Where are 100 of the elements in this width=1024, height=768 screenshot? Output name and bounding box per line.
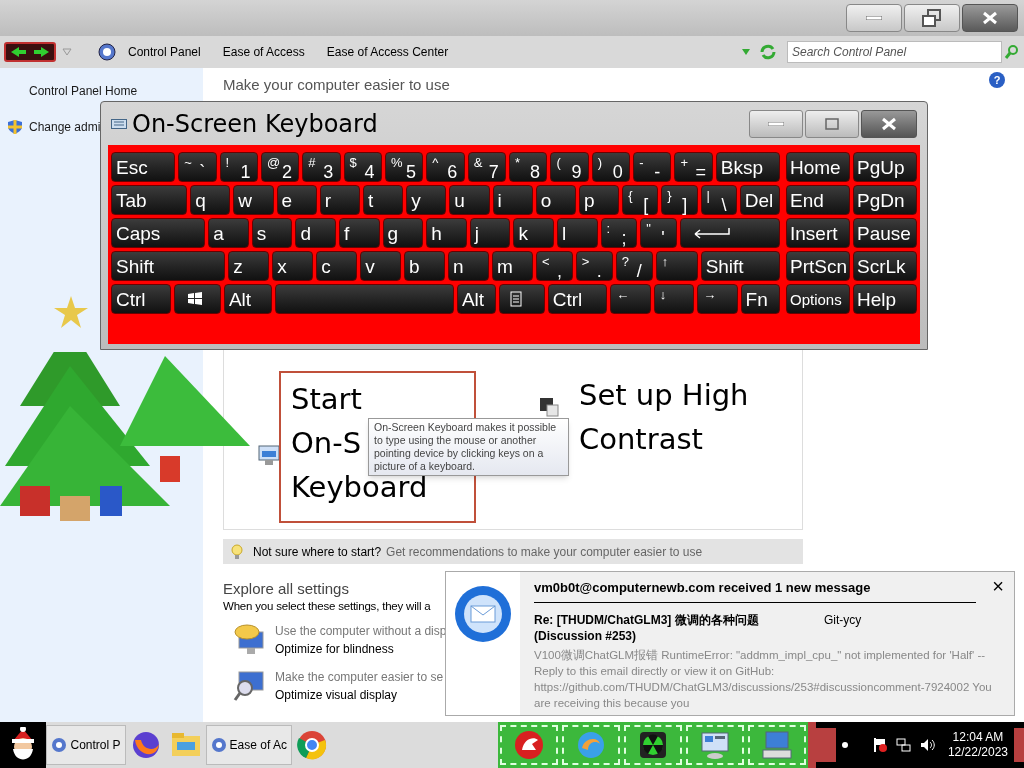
- key[interactable]: % 5: [384, 152, 424, 182]
- key[interactable]: Fn: [740, 284, 781, 314]
- key[interactable]: p: [578, 185, 620, 215]
- key[interactable]: } ]: [661, 185, 698, 215]
- key[interactable]: i: [492, 185, 533, 215]
- key[interactable]: z: [228, 251, 270, 281]
- key[interactable]: Shift: [700, 251, 780, 281]
- key[interactable]: s: [251, 218, 293, 248]
- key[interactable]: l: [556, 218, 598, 248]
- breadcrumb-link[interactable]: Ease of Access: [222, 43, 305, 61]
- key[interactable]: ) 0: [591, 152, 631, 182]
- key[interactable]: Help: [853, 284, 917, 314]
- key[interactable]: Esc: [111, 152, 176, 182]
- sidebar-link[interactable]: Change admi: [29, 118, 101, 136]
- key[interactable]: m: [491, 251, 533, 281]
- speaker-icon[interactable]: [919, 737, 936, 753]
- restore-button[interactable]: [904, 4, 960, 32]
- key[interactable]: v: [360, 251, 402, 281]
- key[interactable]: d: [295, 218, 336, 248]
- key[interactable]: Alt: [223, 284, 272, 314]
- key[interactable]: - -: [633, 152, 672, 182]
- key[interactable]: PgDn: [853, 185, 917, 215]
- key[interactable]: a: [208, 218, 249, 248]
- key[interactable]: PrtScn: [786, 251, 850, 281]
- speech-bubble-monitor-icon[interactable]: [233, 624, 265, 656]
- maximize-button[interactable]: [805, 109, 859, 138]
- key[interactable]: f: [339, 218, 380, 248]
- network-icon[interactable]: [895, 737, 912, 753]
- radiation-icon[interactable]: [623, 725, 682, 765]
- key[interactable]: Ctrl: [547, 284, 608, 314]
- key[interactable]: g: [382, 218, 424, 248]
- key[interactable]: r: [319, 185, 360, 215]
- key[interactable]: Tab: [111, 185, 188, 215]
- key[interactable]: ~ `: [178, 152, 217, 182]
- quick-access-link[interactable]: Set up High Contrast: [567, 367, 797, 463]
- key[interactable]: Home: [786, 152, 850, 182]
- key[interactable]: y: [406, 185, 447, 215]
- key[interactable]: ^ 6: [426, 152, 465, 182]
- taskbar-task[interactable]: Control P: [46, 725, 126, 765]
- sidebar-link[interactable]: Control Panel Home: [29, 82, 138, 100]
- clock[interactable]: 12:04 AM 12/22/2023: [947, 730, 1008, 760]
- close-button[interactable]: [861, 109, 917, 138]
- key[interactable]: Bksp: [715, 152, 780, 182]
- key[interactable]: h: [426, 218, 467, 248]
- minimize-button[interactable]: [846, 4, 902, 32]
- setting-link[interactable]: Optimize visual display: [275, 686, 444, 704]
- back-forward-arrows-icon[interactable]: [4, 42, 56, 62]
- key[interactable]: End: [786, 185, 850, 215]
- key[interactable]: < ,: [535, 251, 573, 281]
- flag-error-icon[interactable]: [871, 737, 888, 753]
- key[interactable]: ↓: [653, 284, 695, 314]
- close-button[interactable]: [962, 4, 1018, 32]
- windows-key[interactable]: [173, 284, 221, 314]
- close-button[interactable]: ×: [992, 576, 1004, 596]
- menu-key[interactable]: [499, 284, 545, 314]
- minimize-button[interactable]: [749, 109, 803, 138]
- search-field[interactable]: Search Control Panel: [787, 41, 1002, 63]
- key[interactable]: Ctrl: [111, 284, 171, 314]
- key[interactable]: + =: [674, 152, 713, 182]
- key[interactable]: k: [513, 218, 554, 248]
- key[interactable]: PgUp: [853, 152, 917, 182]
- key[interactable]: # 3: [302, 152, 341, 182]
- key[interactable]: { [: [622, 185, 659, 215]
- key[interactable]: $ 4: [343, 152, 382, 182]
- key[interactable]: ? /: [615, 251, 653, 281]
- setting-link[interactable]: Optimize for blindness: [275, 640, 447, 658]
- key[interactable]: e: [276, 185, 317, 215]
- key[interactable]: Pause: [853, 218, 917, 248]
- key[interactable]: c: [316, 251, 358, 281]
- keyboard-monitor-icon[interactable]: [747, 725, 806, 765]
- key[interactable]: ( 9: [550, 152, 589, 182]
- key[interactable]: ScrLk: [853, 251, 917, 281]
- breadcrumb-link[interactable]: Ease of Access Center: [326, 43, 449, 61]
- key[interactable]: Shift: [111, 251, 226, 281]
- key[interactable]: j: [469, 218, 511, 248]
- breadcrumb-link[interactable]: Control Panel: [128, 43, 201, 61]
- key[interactable]: o: [535, 185, 576, 215]
- key[interactable]: n: [448, 251, 489, 281]
- key[interactable]: ! 1: [219, 152, 258, 182]
- key[interactable]: | \: [700, 185, 737, 215]
- help-button[interactable]: ?: [989, 72, 1005, 88]
- key[interactable]: Alt: [456, 284, 497, 314]
- key[interactable]: & 7: [467, 152, 507, 182]
- recommendations-link[interactable]: Get recommendations to make your computer easier to use: [386, 542, 703, 561]
- key[interactable]: ←: [610, 284, 651, 314]
- key[interactable]: ↑: [655, 251, 698, 281]
- key[interactable]: b: [404, 251, 445, 281]
- magnifier-monitor-icon[interactable]: [233, 670, 265, 702]
- key[interactable]: Caps: [111, 218, 206, 248]
- key[interactable]: Del: [739, 185, 780, 215]
- key[interactable]: t: [362, 185, 404, 215]
- key[interactable]: : ;: [600, 218, 638, 248]
- key[interactable]: Options: [786, 284, 850, 314]
- key[interactable]: x: [272, 251, 314, 281]
- key[interactable]: @2: [260, 152, 300, 182]
- taskbar-task[interactable]: Ease of Ac: [205, 725, 292, 765]
- key[interactable]: →: [697, 284, 738, 314]
- key[interactable]: * 8: [509, 152, 548, 182]
- control-panel-monitor-icon[interactable]: [685, 725, 744, 765]
- key[interactable]: Insert: [786, 218, 850, 248]
